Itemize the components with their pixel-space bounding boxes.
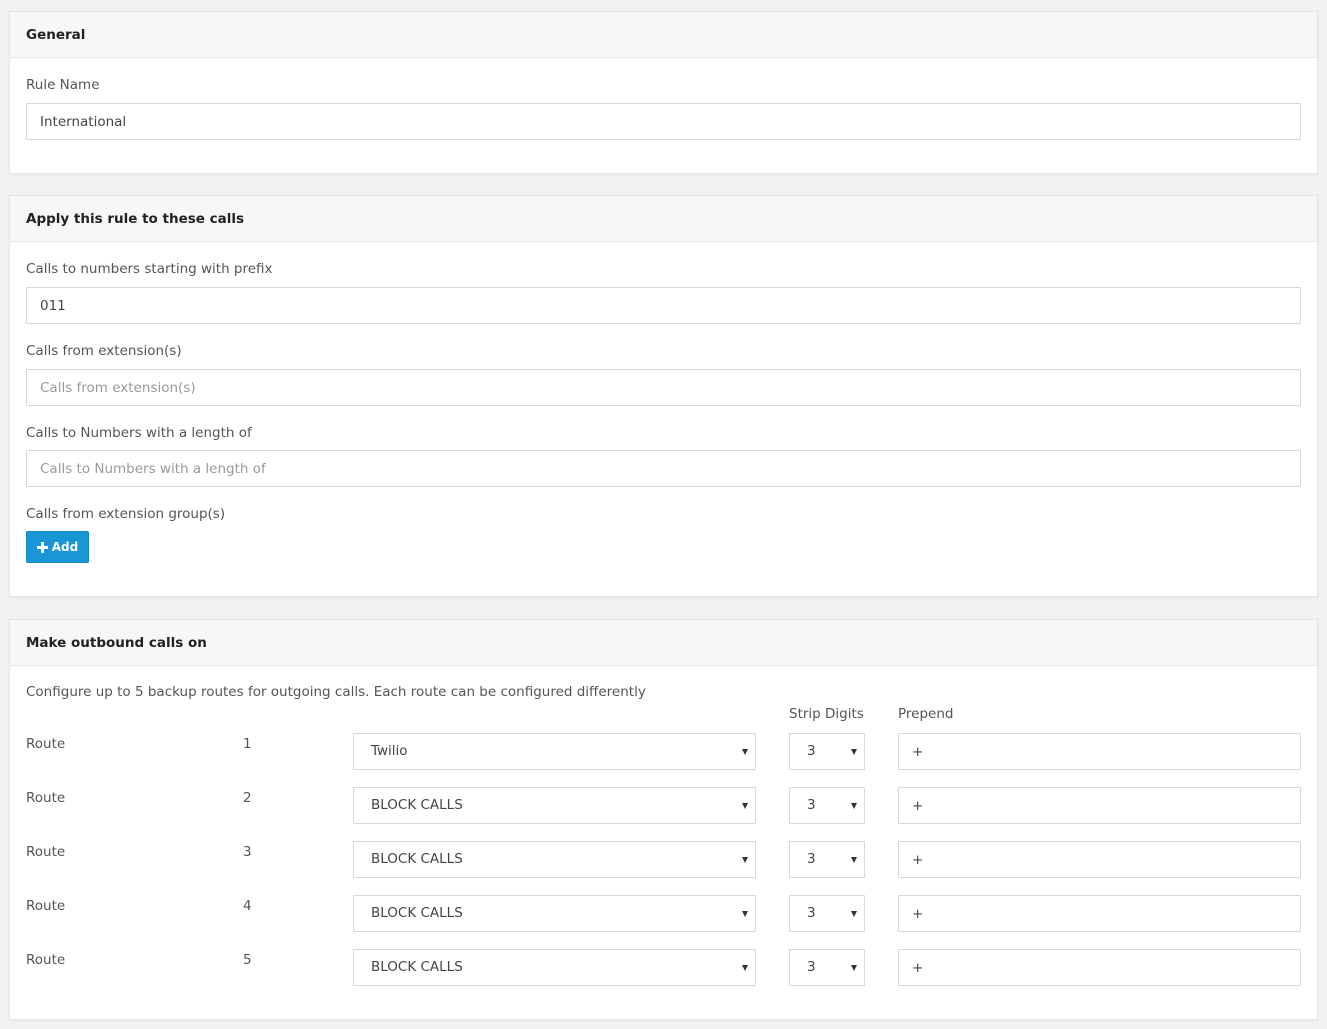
caret-down-icon — [742, 911, 748, 917]
prepend-input[interactable] — [898, 949, 1301, 986]
prepend-header: Prepend — [898, 706, 954, 722]
general-panel-title: General — [10, 12, 1317, 58]
route-label: Route — [26, 898, 66, 914]
route-row: Route 3 BLOCK CALLS 3 — [10, 841, 1317, 878]
caret-down-icon — [851, 749, 857, 755]
route-trunk-value: Twilio — [371, 743, 408, 759]
strip-digits-value: 3 — [807, 743, 816, 759]
apply-rule-panel: Apply this rule to these calls Calls to … — [9, 195, 1318, 597]
route-label: Route — [26, 844, 66, 860]
route-trunk-value: BLOCK CALLS — [371, 959, 463, 975]
prepend-input[interactable] — [898, 787, 1301, 824]
route-row: Route 5 BLOCK CALLS 3 — [10, 949, 1317, 986]
route-number: 5 — [243, 952, 252, 968]
strip-digits-value: 3 — [807, 959, 816, 975]
extension-input[interactable] — [26, 369, 1301, 406]
route-trunk-select[interactable]: BLOCK CALLS — [353, 787, 756, 824]
route-trunk-select[interactable]: BLOCK CALLS — [353, 895, 756, 932]
route-number: 2 — [243, 790, 252, 806]
caret-down-icon — [742, 749, 748, 755]
strip-digits-value: 3 — [807, 851, 816, 867]
strip-digits-value: 3 — [807, 905, 816, 921]
caret-down-icon — [851, 911, 857, 917]
strip-digits-select[interactable]: 3 — [789, 733, 865, 770]
strip-digits-select[interactable]: 3 — [789, 895, 865, 932]
route-label: Route — [26, 736, 66, 752]
outbound-panel-title: Make outbound calls on — [10, 620, 1317, 666]
strip-digits-select[interactable]: 3 — [789, 949, 865, 986]
outbound-description: Configure up to 5 backup routes for outg… — [26, 684, 646, 700]
route-label: Route — [26, 952, 66, 968]
caret-down-icon — [851, 857, 857, 863]
route-number: 1 — [243, 736, 252, 752]
caret-down-icon — [742, 965, 748, 971]
route-trunk-value: BLOCK CALLS — [371, 797, 463, 813]
route-trunk-select[interactable]: BLOCK CALLS — [353, 841, 756, 878]
caret-down-icon — [742, 857, 748, 863]
prefix-input[interactable] — [26, 287, 1301, 324]
route-row: Route 4 BLOCK CALLS 3 — [10, 895, 1317, 932]
strip-digits-select[interactable]: 3 — [789, 787, 865, 824]
number-length-label: Calls to Numbers with a length of — [26, 425, 252, 441]
route-trunk-select[interactable]: Twilio — [353, 733, 756, 770]
route-row: Route 1 Twilio 3 — [10, 733, 1317, 770]
extension-label: Calls from extension(s) — [26, 343, 182, 359]
apply-rule-panel-title: Apply this rule to these calls — [10, 196, 1317, 242]
route-trunk-value: BLOCK CALLS — [371, 905, 463, 921]
prefix-label: Calls to numbers starting with prefix — [26, 261, 273, 277]
route-number: 3 — [243, 844, 252, 860]
route-trunk-select[interactable]: BLOCK CALLS — [353, 949, 756, 986]
prepend-input[interactable] — [898, 733, 1301, 770]
rule-name-input[interactable] — [26, 103, 1301, 140]
route-trunk-value: BLOCK CALLS — [371, 851, 463, 867]
add-extension-group-button[interactable]: Add — [26, 531, 89, 563]
route-number: 4 — [243, 898, 252, 914]
strip-digits-select[interactable]: 3 — [789, 841, 865, 878]
general-panel: General Rule Name — [9, 11, 1318, 174]
strip-digits-value: 3 — [807, 797, 816, 813]
number-length-input[interactable] — [26, 450, 1301, 487]
route-label: Route — [26, 790, 66, 806]
plus-icon — [36, 541, 48, 553]
caret-down-icon — [851, 803, 857, 809]
caret-down-icon — [742, 803, 748, 809]
caret-down-icon — [851, 965, 857, 971]
outbound-panel: Make outbound calls on Configure up to 5… — [9, 619, 1318, 1020]
strip-digits-header: Strip Digits — [789, 706, 864, 722]
prepend-input[interactable] — [898, 841, 1301, 878]
prepend-input[interactable] — [898, 895, 1301, 932]
extension-group-label: Calls from extension group(s) — [26, 506, 226, 522]
add-button-label: Add — [51, 540, 79, 554]
route-row: Route 2 BLOCK CALLS 3 — [10, 787, 1317, 824]
rule-name-label: Rule Name — [26, 77, 100, 93]
